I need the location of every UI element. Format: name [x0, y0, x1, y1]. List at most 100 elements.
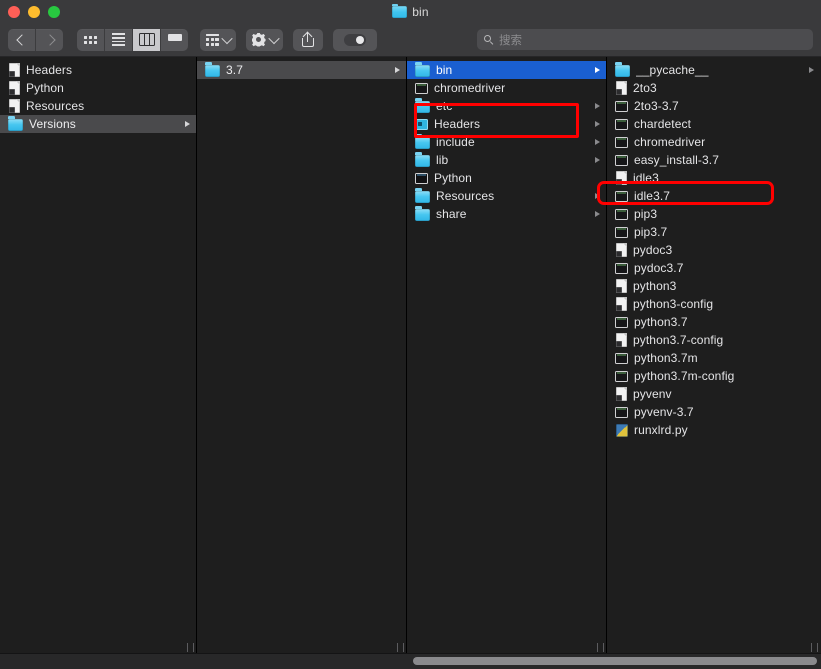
list-item-versions[interactable]: Versions — [0, 115, 196, 133]
list-item[interactable]: share — [407, 205, 606, 223]
column-resize-handle[interactable] — [811, 642, 818, 652]
search-input[interactable]: 搜索 — [477, 29, 813, 50]
list-item[interactable]: chardetect — [607, 115, 820, 133]
list-item[interactable]: etc — [407, 97, 606, 115]
group-by-button[interactable] — [200, 28, 236, 51]
disclosure-arrow-icon — [183, 119, 191, 129]
column-resize-handle[interactable] — [597, 642, 604, 652]
list-item[interactable]: python3-config — [607, 295, 820, 313]
list-item-chromedriver[interactable]: chromedriver — [407, 79, 606, 97]
maximize-button[interactable] — [48, 5, 60, 18]
action-menu-button[interactable] — [245, 28, 283, 51]
unix-executable-icon — [615, 317, 628, 328]
list-item[interactable]: python3.7m-config — [607, 367, 820, 385]
list-item-label: Headers — [26, 63, 73, 77]
alias-document-icon — [616, 243, 627, 257]
list-item[interactable]: python3.7 — [607, 313, 820, 331]
list-item-label: pip3.7 — [634, 225, 668, 239]
bottom-bar — [0, 653, 821, 669]
list-item-label: Resources — [436, 189, 495, 203]
list-item[interactable]: pyvenv — [607, 385, 820, 403]
list-item-label: Headers — [434, 117, 481, 131]
share-button[interactable] — [292, 28, 323, 51]
group-by-icon — [206, 33, 219, 46]
unix-executable-icon — [615, 227, 628, 238]
list-item-3-7[interactable]: 3.7 — [197, 61, 406, 79]
disclosure-arrow-icon — [183, 83, 191, 93]
list-item[interactable]: 2to3 — [607, 79, 820, 97]
column-view-button[interactable] — [133, 28, 161, 51]
column-resize-handle[interactable] — [397, 642, 404, 652]
list-item[interactable]: idle3 — [607, 169, 820, 187]
list-item[interactable]: python3 — [607, 277, 820, 295]
disclosure-arrow-icon — [593, 119, 601, 129]
list-item-label: python3.7-config — [633, 333, 724, 347]
horizontal-scrollbar[interactable] — [413, 657, 817, 665]
close-button[interactable] — [8, 5, 20, 18]
list-item-label: python3.7m — [634, 351, 698, 365]
tags-button[interactable] — [332, 28, 377, 51]
list-view-button[interactable] — [105, 28, 133, 51]
list-item-label: bin — [436, 63, 453, 77]
list-item[interactable]: easy_install-3.7 — [607, 151, 820, 169]
list-item[interactable]: Resources — [407, 187, 606, 205]
column-3[interactable]: bin chromedriver etc Headers include lib… — [407, 57, 607, 653]
back-button[interactable] — [8, 28, 36, 51]
gallery-view-button[interactable] — [161, 29, 188, 51]
disclosure-arrow-icon — [593, 209, 601, 219]
icon-view-button[interactable] — [77, 28, 105, 51]
list-item[interactable]: idle3.7 — [607, 187, 820, 205]
list-item-label: python3.7m-config — [634, 369, 735, 383]
list-item-label: Versions — [29, 117, 76, 131]
list-view-icon — [112, 33, 125, 46]
list-item-label: idle3.7 — [634, 189, 671, 203]
disclosure-arrow-icon — [807, 65, 815, 75]
alias-document-icon — [616, 387, 627, 401]
list-item-label: pyvenv-3.7 — [634, 405, 694, 419]
list-item[interactable]: python3.7m — [607, 349, 820, 367]
minimize-button[interactable] — [28, 5, 40, 18]
list-item[interactable]: 2to3-3.7 — [607, 97, 820, 115]
list-item[interactable]: __pycache__ — [607, 61, 820, 79]
unix-executable-icon — [615, 263, 628, 274]
unix-executable-icon — [615, 137, 628, 148]
list-item[interactable]: Resources — [0, 97, 196, 115]
list-item-label: chardetect — [634, 117, 692, 131]
list-item[interactable]: Headers — [0, 61, 196, 79]
toolbar: 搜索 — [0, 23, 821, 57]
disclosure-arrow-icon — [183, 101, 191, 111]
unix-executable-icon — [615, 101, 628, 112]
list-item[interactable]: pip3 — [607, 205, 820, 223]
forward-button[interactable] — [36, 29, 63, 51]
list-item-label: share — [436, 207, 467, 221]
list-item[interactable]: include — [407, 133, 606, 151]
list-item[interactable]: Python — [0, 79, 196, 97]
list-item[interactable]: python3.7-config — [607, 331, 820, 349]
list-item-label: 2to3-3.7 — [634, 99, 679, 113]
list-item[interactable]: Python — [407, 169, 606, 187]
list-item[interactable]: pip3.7 — [607, 223, 820, 241]
folder-icon — [415, 152, 430, 167]
disclosure-arrow-icon — [593, 101, 601, 111]
column-resize-handle[interactable] — [187, 642, 194, 652]
tag-toggle-icon — [343, 33, 366, 46]
list-item[interactable]: pyvenv-3.7 — [607, 403, 820, 421]
column-2[interactable]: 3.7 — [197, 57, 407, 653]
disclosure-arrow-icon — [807, 137, 815, 147]
disclosure-arrow-icon — [593, 155, 601, 165]
disclosure-arrow-icon — [593, 173, 601, 183]
column-4[interactable]: __pycache__ 2to3 2to3-3.7 chardetect chr — [607, 57, 820, 653]
list-item-chromedriver[interactable]: chromedriver — [607, 133, 820, 151]
list-item[interactable]: pydoc3.7 — [607, 259, 820, 277]
list-item[interactable]: Headers — [407, 115, 606, 133]
column-1[interactable]: Headers Python Resources Versions — [0, 57, 197, 653]
alias-document-icon — [616, 81, 627, 95]
list-item-label: chromedriver — [434, 81, 506, 95]
list-item[interactable]: runxlrd.py — [607, 421, 820, 439]
disclosure-arrow-icon — [807, 353, 815, 363]
column-view-icon — [138, 33, 155, 46]
window-controls — [8, 0, 60, 23]
list-item[interactable]: lib — [407, 151, 606, 169]
list-item-bin[interactable]: bin — [407, 61, 606, 79]
list-item[interactable]: pydoc3 — [607, 241, 820, 259]
